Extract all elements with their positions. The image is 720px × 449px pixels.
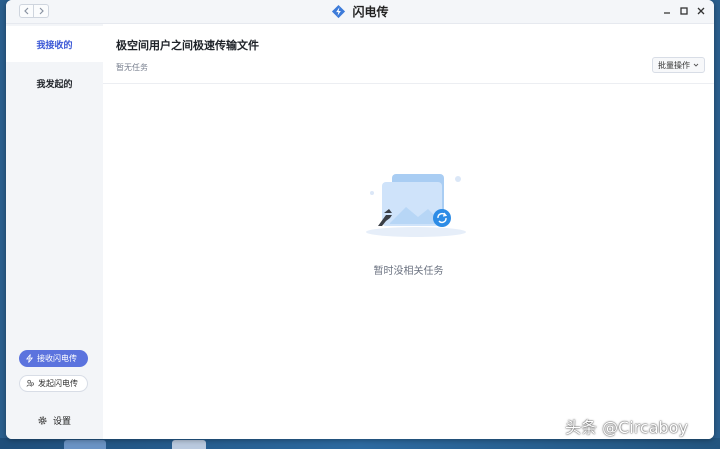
settings-label: 设置: [53, 416, 72, 427]
window-title: 闪电传: [352, 5, 389, 19]
empty-state-text: 暂时没相关任务: [373, 266, 444, 277]
chevron-right-icon: [39, 7, 44, 15]
batch-actions-dropdown[interactable]: 批量操作: [652, 57, 705, 73]
taskbar-app-1[interactable]: [64, 440, 106, 449]
sidebar-item-label: 我接收的: [36, 40, 73, 51]
minimize-icon: [664, 12, 670, 14]
receive-transfer-label: 接收闪电传: [37, 354, 77, 363]
maximize-button[interactable]: [676, 3, 692, 19]
maximize-icon: [680, 7, 688, 15]
desktop-taskbar: [0, 438, 720, 449]
lightning-icon: [25, 354, 34, 363]
sidebar-item-label: 我发起的: [36, 79, 73, 90]
task-status: 暂无任务: [116, 63, 148, 72]
main-panel: 极空间用户之间极速传输文件 暂无任务 批量操作 暂时没相关任务: [103, 24, 714, 439]
forward-button[interactable]: [34, 4, 49, 18]
minimize-button[interactable]: [659, 3, 675, 19]
people-icon: [26, 379, 34, 387]
lightning-bolt-icon: [332, 4, 346, 19]
empty-folder-illustration: [366, 174, 466, 237]
window-title-group: 闪电传: [6, 0, 714, 23]
send-transfer-button[interactable]: 发起闪电传: [19, 375, 88, 392]
page-title: 极空间用户之间极速传输文件: [116, 39, 259, 52]
close-icon: [697, 7, 705, 15]
back-button[interactable]: [19, 4, 34, 18]
chevron-left-icon: [23, 7, 28, 15]
gear-icon: [38, 415, 47, 425]
sidebar: 我接收的 我发起的 接收闪电传 发起闪电传 设置: [6, 24, 103, 439]
sidebar-item-sent[interactable]: 我发起的: [6, 65, 103, 101]
receive-transfer-button[interactable]: 接收闪电传: [19, 350, 88, 367]
header-divider: [103, 83, 714, 84]
taskbar-app-2[interactable]: [172, 440, 206, 449]
close-button[interactable]: [693, 3, 709, 19]
settings-button[interactable]: 设置: [37, 413, 71, 427]
watermark-text: 头条 @Circaboy: [565, 418, 688, 437]
chevron-down-icon: [693, 63, 699, 67]
batch-actions-label: 批量操作: [658, 60, 690, 70]
sidebar-item-received[interactable]: 我接收的: [6, 26, 103, 62]
title-bar: 闪电传: [6, 0, 714, 24]
app-window: 闪电传 我接收的 我发起的 接收闪电传 发起闪电传 设置 极空间用户之间极速传输…: [6, 0, 714, 439]
send-transfer-label: 发起闪电传: [38, 379, 78, 388]
